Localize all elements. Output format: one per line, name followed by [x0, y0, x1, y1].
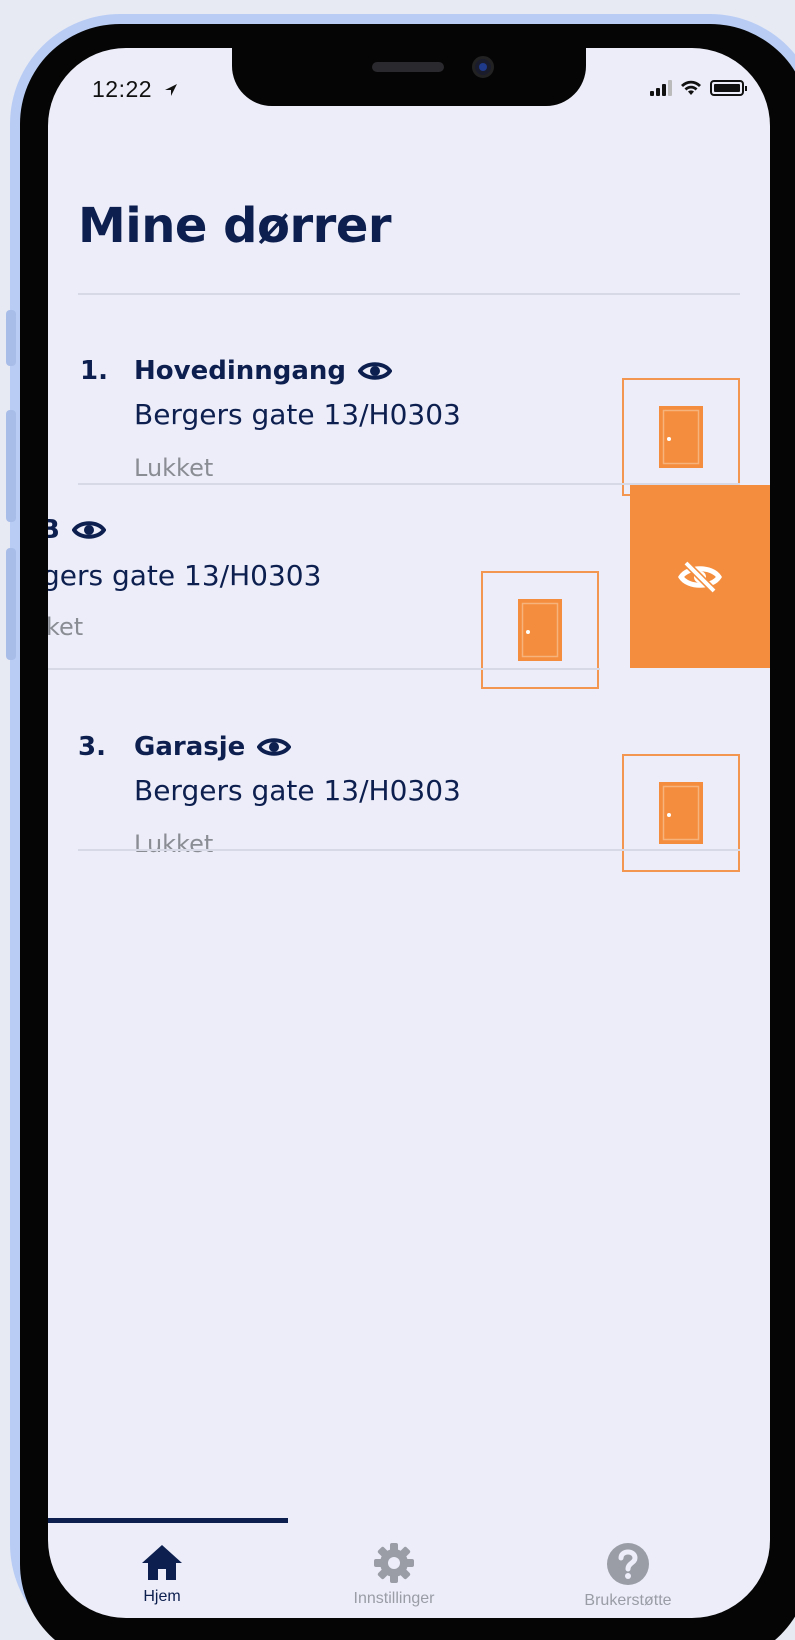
- door-address: Bergers gate 13/H0303: [134, 398, 461, 431]
- eye-icon[interactable]: [71, 519, 106, 541]
- door-row-3[interactable]: 3. Garasje Bergers gate 13/H0303 Lukket: [48, 668, 770, 872]
- tab-label: Hjem: [143, 1588, 181, 1605]
- volume-down-button: [6, 548, 16, 660]
- door-row-1[interactable]: 1. Hovedinngang Bergers gate 13/H0303 Lu…: [48, 294, 770, 496]
- front-camera: [472, 56, 494, 78]
- screen: 12:22 Mine dørrer 1. Hovedinngang Berger…: [48, 48, 770, 1618]
- door-status: Lukket: [134, 830, 214, 858]
- wifi-icon: [681, 80, 701, 95]
- notch: [232, 48, 586, 106]
- help-icon: [607, 1543, 649, 1585]
- gear-icon: [374, 1543, 414, 1583]
- tab-brukerstotte[interactable]: Brukerstøtte: [538, 1542, 718, 1610]
- door-address: gers gate 13/H0303: [48, 559, 322, 592]
- door-icon: [518, 599, 562, 661]
- cellular-signal-icon: [650, 80, 672, 96]
- status-indicators: [650, 80, 747, 96]
- status-time-text: 12:22: [92, 76, 153, 102]
- door-status: ket: [48, 613, 84, 641]
- door-icon: [659, 782, 703, 844]
- page-title: Mine dørrer: [78, 198, 392, 254]
- door-name-text: B: [48, 515, 60, 545]
- door-name-text: Garasje: [134, 732, 246, 762]
- door-name: Garasje: [134, 732, 292, 762]
- eye-icon[interactable]: [257, 736, 292, 758]
- tab-label: Brukerstøtte: [584, 1592, 672, 1609]
- door-status: Lukket: [134, 454, 214, 482]
- door-number: 3.: [78, 732, 106, 762]
- door-number: 1.: [80, 356, 108, 386]
- location-arrow-icon: [164, 84, 177, 96]
- door-name: Hovedinngang: [134, 356, 393, 386]
- home-icon: [142, 1545, 182, 1580]
- hide-door-button[interactable]: [630, 485, 770, 668]
- active-tab-indicator: [48, 1518, 288, 1523]
- door-name-text: Hovedinngang: [134, 356, 347, 386]
- battery-icon: [710, 80, 747, 96]
- tab-hjem[interactable]: Hjem: [72, 1542, 252, 1606]
- door-address: Bergers gate 13/H0303: [134, 774, 461, 807]
- door-icon: [659, 406, 703, 468]
- open-door-button[interactable]: [622, 754, 740, 872]
- status-time: 12:22: [92, 76, 179, 103]
- tab-label: Innstillinger: [353, 1590, 435, 1607]
- volume-up-button: [6, 410, 16, 522]
- row-divider: [78, 849, 740, 851]
- eye-icon[interactable]: [358, 360, 393, 382]
- eye-slash-icon: [678, 560, 722, 593]
- tab-innstillinger[interactable]: Innstillinger: [304, 1542, 484, 1608]
- door-name: B: [48, 515, 106, 545]
- open-door-button[interactable]: [622, 378, 740, 496]
- speaker: [372, 62, 444, 72]
- mute-switch: [6, 310, 16, 366]
